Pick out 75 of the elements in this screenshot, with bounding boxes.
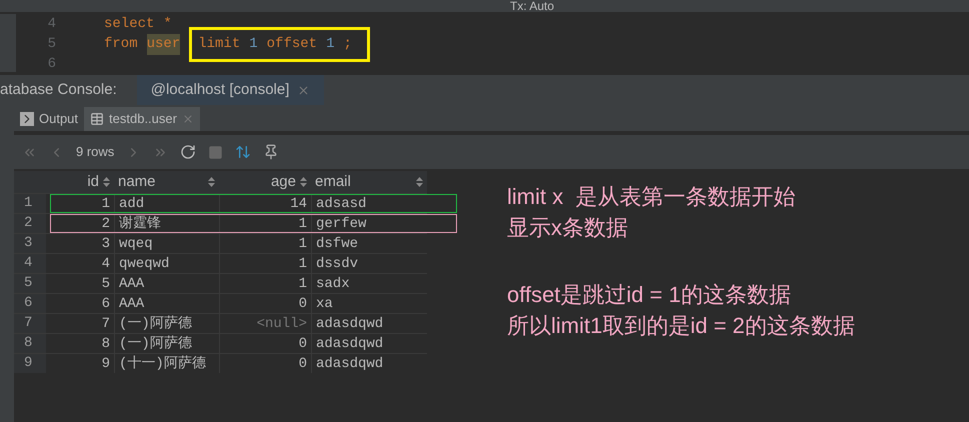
code-token: from	[104, 34, 138, 54]
close-icon[interactable]	[297, 84, 310, 96]
table-cell: 8	[46, 334, 114, 353]
code-token: select	[104, 14, 154, 34]
annotation-note: offset是跳过id = 1的这条数据	[507, 281, 792, 309]
pin-icon[interactable]	[263, 144, 280, 160]
sort-icon[interactable]	[300, 177, 307, 187]
table-icon	[90, 112, 104, 126]
row-number: 2	[23, 214, 34, 233]
column-header[interactable]: age	[219, 170, 311, 194]
table-cell: 1	[219, 254, 311, 273]
terminal-icon	[20, 112, 34, 126]
table-cell: dsfwe	[311, 234, 427, 253]
line-number: 4	[46, 14, 57, 34]
table-cell: 0	[219, 294, 311, 313]
row-number: 4	[23, 254, 34, 273]
annotation-note: 所以limit1取到的是id = 2的这条数据	[507, 312, 856, 340]
console-tab[interactable]: @localhost [console]	[136, 75, 324, 105]
code-token: user	[146, 34, 180, 54]
transaction-mode[interactable]: Tx: Auto	[510, 0, 554, 12]
column-header[interactable]: name	[114, 170, 219, 194]
line-number: 5	[46, 34, 57, 54]
code-token: offset	[266, 34, 318, 54]
row-number: 7	[23, 314, 34, 333]
refresh-icon[interactable]	[180, 144, 196, 160]
result-tab[interactable]: testdb..user	[84, 107, 200, 131]
code-token: 1	[249, 34, 258, 54]
row-number: 1	[23, 194, 34, 213]
table-cell: AAA	[114, 294, 219, 313]
table-cell: <null>	[219, 314, 311, 333]
table-cell: (十一)阿萨德	[114, 354, 219, 373]
table-cell: sadx	[311, 274, 427, 293]
code-token: ;	[343, 34, 352, 54]
table-cell: (一)阿萨德	[114, 334, 219, 353]
table-cell: 6	[46, 294, 114, 313]
table-cell: dssdv	[311, 254, 427, 273]
table-cell: 5	[46, 274, 114, 293]
row-number: 6	[23, 294, 34, 313]
table-cell: 9	[46, 354, 114, 373]
column-header[interactable]: email	[311, 170, 427, 194]
column-header[interactable]: id	[46, 170, 114, 194]
table-cell: 0	[219, 334, 311, 353]
table-cell: AAA	[114, 274, 219, 293]
row-number: 9	[23, 354, 34, 373]
annotation-note: 显示x条数据	[507, 214, 629, 242]
table-cell: 1	[219, 234, 311, 253]
sort-icon[interactable]	[103, 177, 110, 187]
sort-icon[interactable]	[416, 177, 423, 187]
table-cell: adasdqwd	[311, 334, 427, 353]
row-number: 8	[23, 334, 34, 353]
table-cell: xa	[311, 294, 427, 313]
line-number: 6	[46, 54, 57, 74]
result-tab[interactable]: Output	[14, 107, 84, 131]
table-cell: 0	[219, 354, 311, 373]
code-token: 1	[326, 34, 334, 54]
compare-icon[interactable]	[235, 144, 252, 160]
sort-icon[interactable]	[208, 177, 215, 187]
table-cell: 4	[46, 254, 114, 273]
table-cell: adasdqwd	[311, 354, 427, 373]
table-cell: 7	[46, 314, 114, 333]
table-cell: 3	[46, 234, 114, 253]
annotation-note: limit x 是从表第一条数据开始	[507, 183, 796, 211]
code-token: limit	[198, 34, 240, 54]
table-cell: 1	[219, 274, 311, 293]
table-cell: (一)阿萨德	[114, 314, 219, 333]
table-cell: qweqwd	[114, 254, 219, 273]
table-cell: wqeq	[114, 234, 219, 253]
row-number: 3	[23, 234, 34, 253]
close-icon[interactable]	[182, 113, 194, 125]
row-number: 5	[23, 274, 34, 293]
table-cell: adasdqwd	[311, 314, 427, 333]
code-token: *	[163, 14, 172, 34]
console-label: atabase Console:	[0, 80, 118, 100]
stop-icon[interactable]	[208, 144, 224, 160]
row-count: 9 rows	[76, 143, 114, 162]
